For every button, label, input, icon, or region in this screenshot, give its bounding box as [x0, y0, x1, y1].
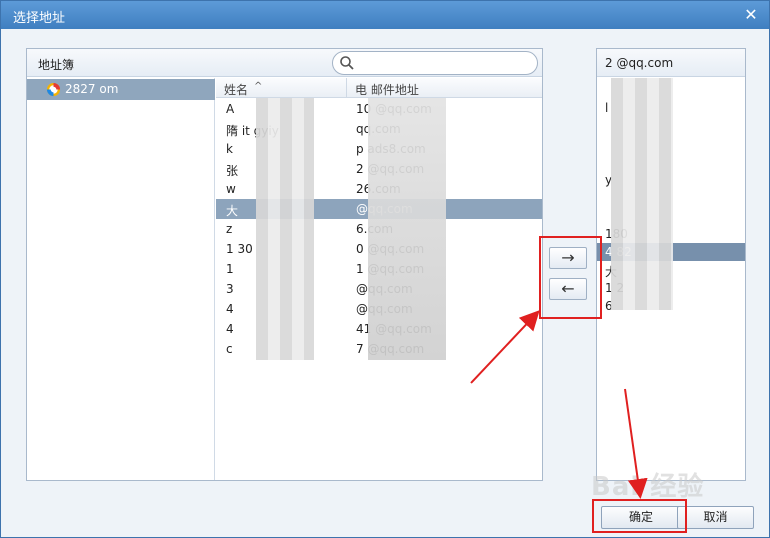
annotation-arrow-confirm [624, 388, 648, 499]
annotation-arrows [470, 310, 648, 499]
select-address-dialog: 选择地址 ✕ 地址簿 2827 om 姓名 ^ 电 邮件地址 A 10 隋 it… [0, 0, 770, 538]
annotation-arrow-transfer [470, 310, 540, 384]
